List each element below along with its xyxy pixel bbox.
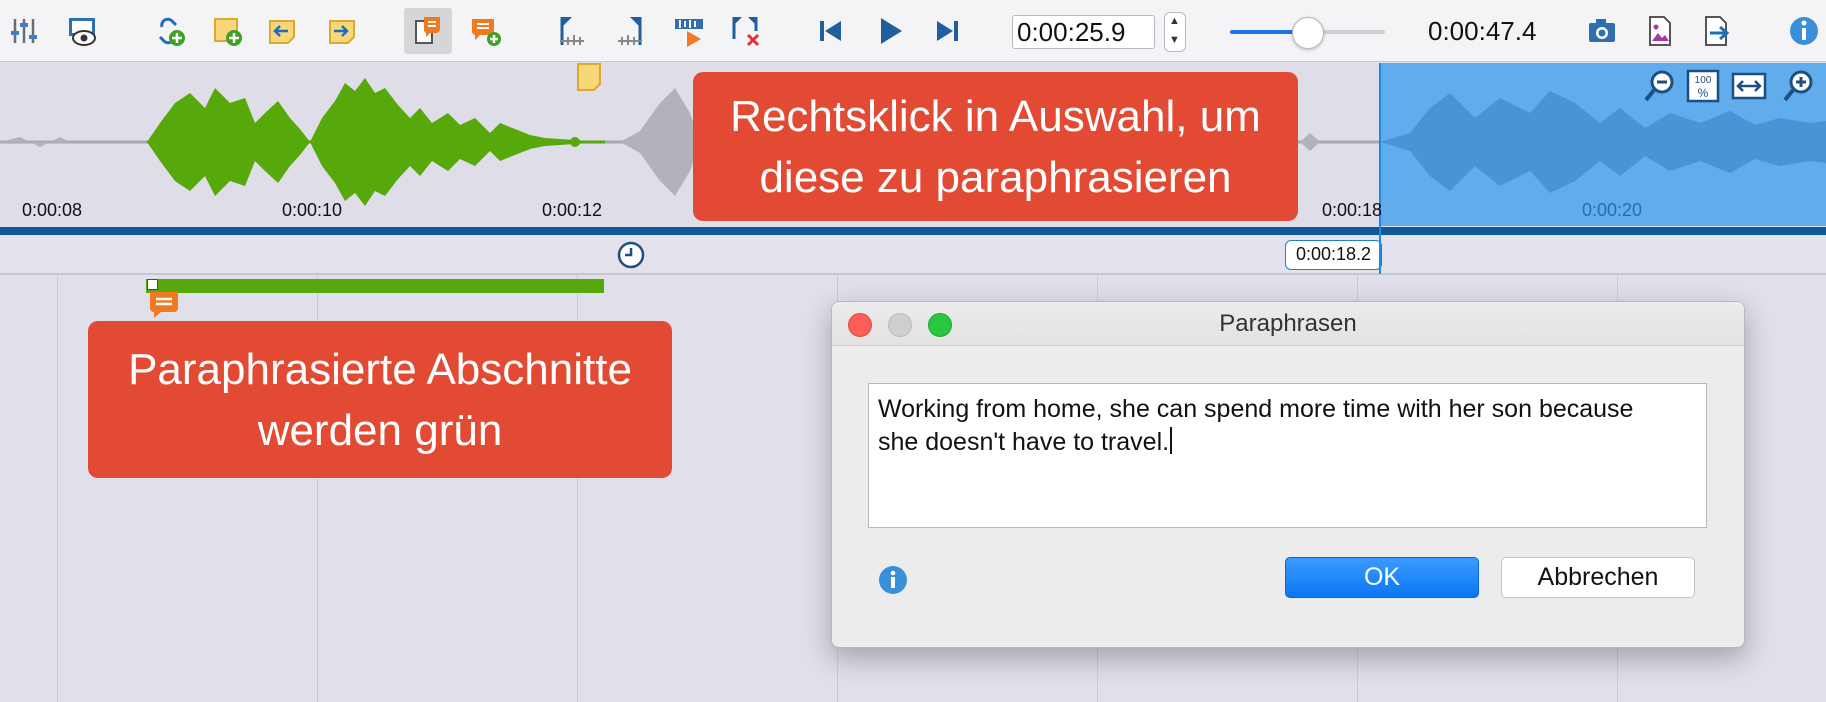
add-paraphrase-icon[interactable] bbox=[462, 8, 510, 54]
text-caret bbox=[1170, 427, 1173, 454]
grid-line bbox=[57, 275, 58, 702]
paraphrase-text-line-2: she doesn't have to travel. bbox=[878, 426, 1697, 459]
paraphrase-bubble-icon[interactable] bbox=[148, 290, 180, 320]
play-icon[interactable] bbox=[866, 8, 914, 54]
settings-sliders-icon[interactable] bbox=[0, 8, 48, 54]
zoom-in-icon[interactable] bbox=[1777, 64, 1821, 108]
zoom-out-icon[interactable] bbox=[1638, 64, 1682, 108]
next-memo-icon[interactable] bbox=[318, 8, 366, 54]
minimize-window-button[interactable] bbox=[888, 313, 912, 337]
paraphrased-segment[interactable] bbox=[146, 279, 604, 293]
memo-marker-icon[interactable] bbox=[568, 62, 608, 94]
timeline-bar[interactable] bbox=[0, 227, 1826, 235]
add-link-icon[interactable] bbox=[146, 8, 194, 54]
cancel-button[interactable]: Abbrechen bbox=[1501, 557, 1695, 598]
svg-text:%: % bbox=[1698, 86, 1709, 100]
callout-green-hint: Paraphrasierte Abschnitte werden grün bbox=[88, 321, 672, 478]
tick-label-10: 0:00:10 bbox=[282, 200, 343, 220]
video-preview-icon[interactable] bbox=[58, 8, 106, 54]
time-stepper[interactable]: ▲ ▼ bbox=[1164, 12, 1186, 52]
stepper-up-icon[interactable]: ▲ bbox=[1169, 15, 1180, 27]
export-image-icon[interactable] bbox=[1636, 8, 1684, 54]
paraphrase-dialog: Paraphrasen Working from home, she can s… bbox=[831, 301, 1745, 648]
segment-handle[interactable] bbox=[147, 279, 158, 290]
toolbar: ▲ ▼ 0:00:47.4 bbox=[0, 0, 1826, 62]
info-icon[interactable] bbox=[1780, 8, 1826, 54]
clock-icon[interactable] bbox=[616, 240, 646, 270]
paraphrase-mode-icon[interactable] bbox=[404, 8, 452, 54]
total-duration: 0:00:47.4 bbox=[1428, 16, 1537, 46]
dialog-info-icon[interactable] bbox=[877, 564, 909, 596]
tick-label-18: 0:00:18 bbox=[1322, 200, 1383, 220]
play-selection-icon[interactable] bbox=[665, 8, 713, 54]
skip-back-icon[interactable] bbox=[807, 8, 855, 54]
stepper-down-icon[interactable]: ▼ bbox=[1169, 34, 1180, 46]
tick-label-08: 0:00:08 bbox=[22, 200, 83, 220]
dialog-title: Paraphrasen bbox=[832, 302, 1744, 346]
callout-line: Paraphrasierte Abschnitte bbox=[128, 344, 632, 394]
time-marker-strip bbox=[0, 235, 1826, 275]
zoom-100-icon[interactable]: 100% bbox=[1681, 64, 1725, 108]
tick-label-12: 0:00:12 bbox=[542, 200, 603, 220]
app-window: ▲ ▼ 0:00:47.4 bbox=[0, 0, 1826, 702]
ok-button[interactable]: OK bbox=[1285, 557, 1479, 598]
selection-cursor-stem bbox=[1379, 226, 1381, 274]
close-window-button[interactable] bbox=[848, 313, 872, 337]
delete-mark-icon[interactable] bbox=[722, 8, 770, 54]
skip-forward-icon[interactable] bbox=[923, 8, 971, 54]
snapshot-icon[interactable] bbox=[1578, 8, 1626, 54]
current-time-field[interactable] bbox=[1012, 15, 1155, 49]
paraphrase-text-area[interactable]: Working from home, she can spend more ti… bbox=[868, 383, 1707, 528]
export-file-icon[interactable] bbox=[1694, 8, 1742, 54]
callout-line: diese zu paraphrasieren bbox=[759, 152, 1232, 202]
volume-slider-knob[interactable] bbox=[1291, 17, 1324, 49]
set-start-icon[interactable] bbox=[548, 8, 596, 54]
add-memo-icon[interactable] bbox=[203, 8, 251, 54]
callout-line: werden grün bbox=[257, 405, 503, 455]
fit-width-icon[interactable] bbox=[1727, 64, 1771, 108]
zoom-100-label: 100 bbox=[1695, 75, 1712, 86]
maximize-window-button[interactable] bbox=[928, 313, 952, 337]
callout-line: Rechtsklick in Auswahl, um bbox=[730, 91, 1261, 141]
set-end-icon[interactable] bbox=[606, 8, 654, 54]
callout-right-click-hint: Rechtsklick in Auswahl, um diese zu para… bbox=[693, 72, 1298, 221]
selection-time-label: 0:00:18.2 bbox=[1285, 240, 1382, 270]
paraphrase-text-line: she doesn't have to travel. bbox=[878, 428, 1170, 456]
paraphrase-text-line: Working from home, she can spend more ti… bbox=[878, 395, 1634, 423]
previous-memo-icon[interactable] bbox=[258, 8, 306, 54]
tick-label-20: 0:00:20 bbox=[1582, 200, 1643, 220]
